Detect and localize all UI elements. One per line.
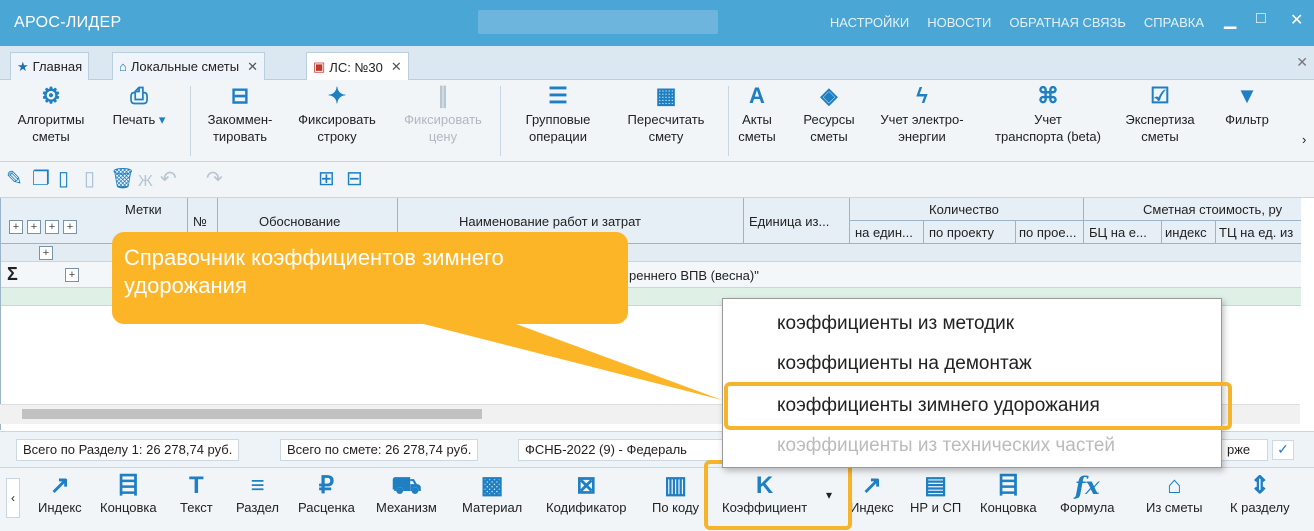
menu-item-technical-coefficients[interactable]: коэффициенты из технических частей xyxy=(777,435,1115,457)
tooltip-callout: Справочник коэффициентов зимнего удорожа… xyxy=(112,232,628,324)
winter-item-highlight xyxy=(724,382,1232,430)
menu-item-method-coefficients[interactable]: коэффициенты из методик xyxy=(777,313,1014,335)
callout-tail xyxy=(400,318,722,400)
app-window: АРОС-ЛИДЕР НАСТРОЙКИ НОВОСТИ ОБРАТНАЯ СВ… xyxy=(0,0,1314,531)
menu-item-demolition-coefficients[interactable]: коэффициенты на демонтаж xyxy=(777,353,1032,375)
